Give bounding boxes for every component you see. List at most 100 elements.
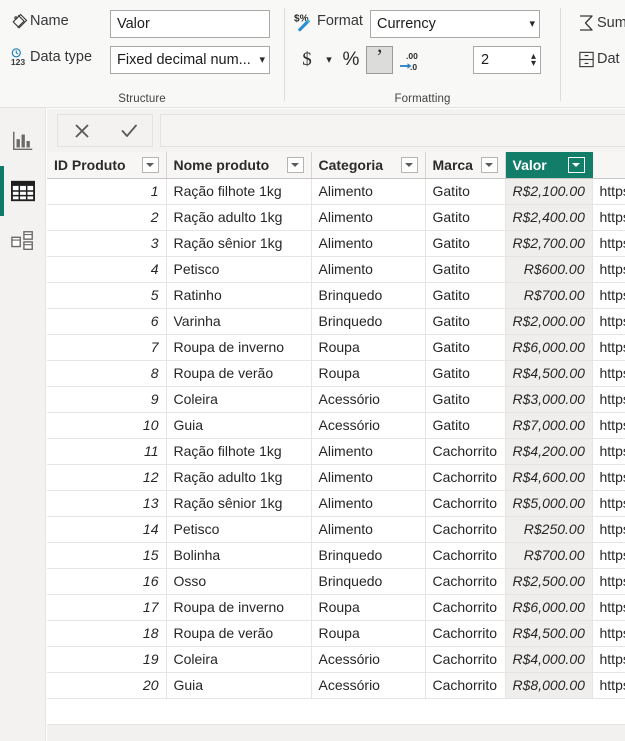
cell-categoria[interactable]: Roupa (311, 334, 426, 361)
cell-valor[interactable]: R$6,000.00 (505, 334, 593, 361)
cell-marca[interactable]: Cachorrito (425, 490, 506, 517)
filter-dropdown-icon[interactable] (141, 156, 159, 173)
chevron-down-icon[interactable]: ▾ (531, 59, 536, 69)
cell-valor[interactable]: R$3,000.00 (505, 386, 593, 413)
cell-url[interactable]: https: (592, 386, 625, 413)
cell-valor[interactable]: R$4,500.00 (505, 620, 593, 647)
cell-url[interactable]: https: (592, 360, 625, 387)
cell-categoria[interactable]: Acessório (311, 646, 426, 673)
cell-valor[interactable]: R$5,000.00 (505, 490, 593, 517)
cell-categoria[interactable]: Alimento (311, 178, 426, 205)
table-row[interactable]: 8 Roupa de verão Roupa Gatito R$4,500.00 http… (47, 360, 625, 387)
datatype-select[interactable]: Fixed decimal num... ▾ (110, 46, 270, 74)
cell-marca[interactable]: Gatito (425, 178, 506, 205)
cell-url[interactable]: https: (592, 438, 625, 465)
cell-categoria[interactable]: Alimento (311, 204, 426, 231)
percent-format-button[interactable]: % (339, 46, 363, 74)
table-row[interactable]: 20GuiaAcessórioCachorritoR$8,000.00https… (47, 672, 625, 699)
table-row[interactable]: 4PetiscoAlimentoGatitoR$600.00https: (47, 256, 625, 283)
cell-url[interactable]: https: (592, 620, 625, 647)
cell-valor[interactable]: R$700.00 (505, 282, 593, 309)
table-row[interactable]: 19 Coleira Acessório Cachorrito R$4,000.00 ht… (47, 646, 625, 673)
cell-nome-produto[interactable]: Ração filhote 1kg (166, 438, 312, 465)
cell-marca[interactable]: Gatito (425, 412, 506, 439)
table-row[interactable]: 7 Roupa de inverno Roupa Gatito R$6,000.00 ht… (47, 334, 625, 361)
cell-id-produto[interactable]: 4 (47, 256, 167, 283)
currency-dropdown-button[interactable]: ▾ (319, 46, 335, 74)
stepper-arrows[interactable]: ▴ ▾ (531, 52, 536, 69)
name-input[interactable]: Valor (110, 10, 270, 38)
cell-id-produto[interactable]: 8 (47, 360, 167, 387)
cell-id-produto[interactable]: 1 (47, 178, 167, 205)
cell-url[interactable]: https: (592, 282, 625, 309)
cell-id-produto[interactable]: 5 (47, 282, 167, 309)
table-row[interactable]: 3 Ração sênior 1kg Alimento Gatito R$2,700.0… (47, 230, 625, 257)
cell-id-produto[interactable]: 20 (47, 672, 167, 699)
cell-valor[interactable]: R$600.00 (505, 256, 593, 283)
cell-valor[interactable]: R$4,600.00 (505, 464, 593, 491)
cell-url[interactable]: https: (592, 412, 625, 439)
cell-id-produto[interactable]: 2 (47, 204, 167, 231)
cell-categoria[interactable]: Alimento (311, 516, 426, 543)
cell-url[interactable]: https: (592, 516, 625, 543)
formula-input[interactable] (160, 114, 625, 147)
cell-marca[interactable]: Cachorrito (425, 568, 506, 595)
cell-nome-produto[interactable]: Roupa de inverno (166, 594, 312, 621)
table-row[interactable]: 9ColeiraAcessórioGatitoR$3,000.00https: (47, 386, 625, 413)
cell-id-produto[interactable]: 3 (47, 230, 167, 257)
column-header-marca[interactable]: Marca (425, 152, 506, 179)
format-select[interactable]: Currency ▾ (370, 10, 540, 38)
cell-id-produto[interactable]: 19 (47, 646, 167, 673)
cell-nome-produto[interactable]: Ratinho (166, 282, 312, 309)
cell-valor[interactable]: R$7,000.00 (505, 412, 593, 439)
cell-categoria[interactable]: Brinquedo (311, 568, 426, 595)
cell-categoria[interactable]: Roupa (311, 620, 426, 647)
cell-marca[interactable]: Cachorrito (425, 464, 506, 491)
cell-categoria[interactable]: Roupa (311, 360, 426, 387)
table-row[interactable]: 12 Ração adulto 1kg Alimento Cachorrito R$4,… (47, 464, 625, 491)
cell-categoria[interactable]: Acessório (311, 672, 426, 699)
column-header-categoria[interactable]: Categoria (311, 152, 426, 179)
cell-categoria[interactable]: Brinquedo (311, 542, 426, 569)
filter-dropdown-icon[interactable] (286, 156, 304, 173)
cell-valor[interactable]: R$700.00 (505, 542, 593, 569)
table-row[interactable]: 2 Ração adulto 1kg Alimento Gatito R$2,400.0… (47, 204, 625, 231)
cell-valor[interactable]: R$6,000.00 (505, 594, 593, 621)
cell-id-produto[interactable]: 16 (47, 568, 167, 595)
cell-id-produto[interactable]: 10 (47, 412, 167, 439)
table-row[interactable]: 10GuiaAcessórioGatitoR$7,000.00https: (47, 412, 625, 439)
cell-categoria[interactable]: Acessório (311, 386, 426, 413)
data-category-field-row[interactable]: Dat (575, 48, 620, 70)
cell-marca[interactable]: Cachorrito (425, 594, 506, 621)
cell-valor[interactable]: R$2,700.00 (505, 230, 593, 257)
cell-categoria[interactable]: Alimento (311, 256, 426, 283)
cell-marca[interactable]: Gatito (425, 334, 506, 361)
sidebar-item-report-view[interactable] (0, 116, 46, 166)
cell-url[interactable]: https: (592, 256, 625, 283)
cell-nome-produto[interactable]: Varinha (166, 308, 312, 335)
column-header-url[interactable] (592, 152, 625, 179)
cell-valor[interactable]: R$250.00 (505, 516, 593, 543)
cell-nome-produto[interactable]: Ração sênior 1kg (166, 490, 312, 517)
sidebar-item-model-view[interactable] (0, 216, 46, 266)
cell-url[interactable]: https: (592, 178, 625, 205)
cell-marca[interactable]: Gatito (425, 386, 506, 413)
sum-field-row[interactable]: Sum (575, 12, 625, 34)
cell-valor[interactable]: R$4,000.00 (505, 646, 593, 673)
table-row[interactable]: 5RatinhoBrinquedoGatitoR$700.00https: (47, 282, 625, 309)
column-header-id-produto[interactable]: ID Produto (47, 152, 167, 179)
filter-dropdown-icon[interactable] (400, 156, 418, 173)
cell-categoria[interactable]: Brinquedo (311, 282, 426, 309)
cell-nome-produto[interactable]: Coleira (166, 646, 312, 673)
cell-id-produto[interactable]: 11 (47, 438, 167, 465)
cell-url[interactable]: https: (592, 308, 625, 335)
cell-valor[interactable]: R$2,000.00 (505, 308, 593, 335)
cell-nome-produto[interactable]: Guia (166, 412, 312, 439)
cell-marca[interactable]: Gatito (425, 282, 506, 309)
cell-valor[interactable]: R$2,100.00 (505, 178, 593, 205)
cell-marca[interactable]: Cachorrito (425, 516, 506, 543)
cell-marca[interactable]: Cachorrito (425, 672, 506, 699)
table-row[interactable]: 15 Bolinha Brinquedo Cachorrito R$700.00 http… (47, 542, 625, 569)
cell-categoria[interactable]: Acessório (311, 412, 426, 439)
cell-nome-produto[interactable]: Bolinha (166, 542, 312, 569)
